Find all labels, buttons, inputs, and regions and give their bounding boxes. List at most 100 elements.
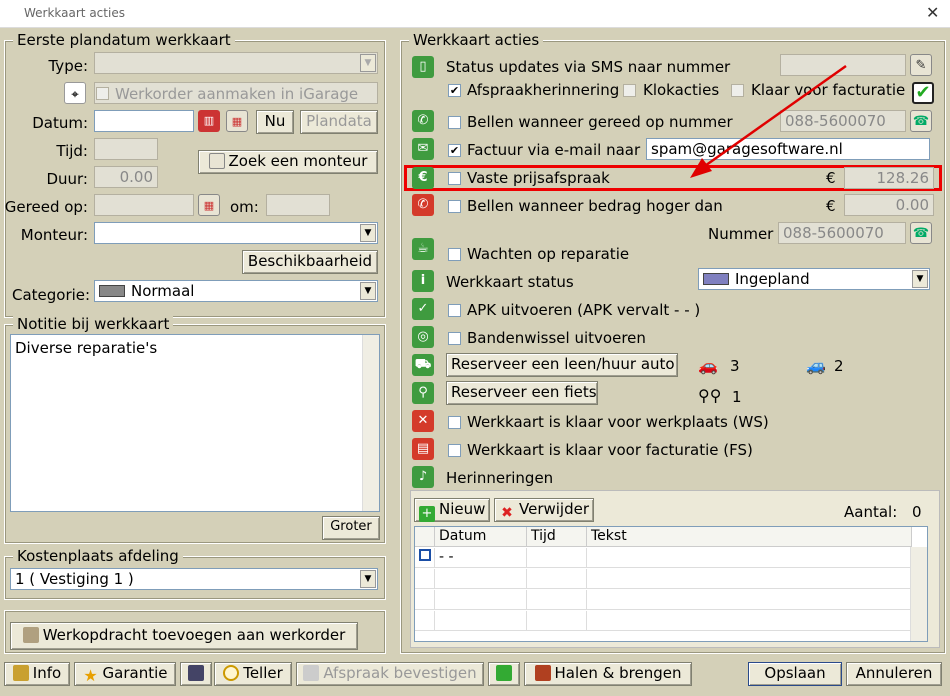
werkorder-label: Werkorder aanmaken in iGarage	[115, 85, 359, 103]
info-button[interactable]: Info	[4, 662, 70, 686]
afspraak-checkbox[interactable]: ✔	[448, 84, 461, 97]
phone-book-icon[interactable]: ☎	[910, 222, 932, 244]
wrench-icon: ✕	[412, 410, 434, 432]
grid-scrollbar[interactable]	[910, 547, 927, 641]
aantal-label: Aantal:	[844, 503, 898, 521]
herinneringen-grid[interactable]: Datum Tijd Tekst - -	[414, 526, 928, 642]
delete-icon: ✖	[501, 505, 513, 521]
om-label: om:	[230, 198, 259, 216]
monteur-select[interactable]: ▼	[94, 222, 378, 244]
gereed-input[interactable]	[94, 194, 194, 216]
color-swatch	[703, 273, 729, 285]
car-orange-count: 3	[730, 357, 740, 375]
grid-cell-datum[interactable]: - -	[435, 548, 527, 568]
gauge-icon	[223, 665, 240, 681]
phone-book-icon[interactable]: ✎	[910, 54, 932, 76]
invoice-email-icon: ✉	[412, 138, 434, 160]
vaste-checkbox[interactable]	[448, 172, 461, 185]
apk-checkbox[interactable]	[448, 304, 461, 317]
title-bar: Werkkaart acties ✕	[0, 0, 950, 28]
duur-input[interactable]: 0.00	[94, 166, 158, 188]
notitie-scrollbar[interactable]	[362, 335, 379, 511]
calendar-icon[interactable]: ▦	[198, 194, 220, 216]
type-label: Type:	[48, 57, 88, 75]
verwijder-button[interactable]: ✖ Verwijder	[494, 498, 594, 522]
calendar-icon[interactable]: ▦	[226, 110, 248, 132]
wachten-checkbox[interactable]	[448, 248, 461, 261]
kosten-group-title: Kostenplaats afdeling	[13, 547, 183, 565]
bellen-gereed-checkbox[interactable]	[448, 116, 461, 129]
bellen-bedrag-checkbox[interactable]	[448, 200, 461, 213]
close-icon[interactable]: ✕	[926, 3, 939, 22]
bike-small-icon: ⚲⚲	[698, 386, 722, 405]
apk-icon: ✓	[412, 298, 434, 320]
plandata-button[interactable]: Plandata	[300, 110, 378, 134]
coffee-icon: ☕	[412, 238, 434, 260]
tools-icon	[22, 627, 39, 643]
kosten-select[interactable]: 1 ( Vestiging 1 ) ▼	[10, 568, 378, 590]
notitie-group-title: Notitie bij werkkaart	[13, 315, 174, 333]
beschikbaarheid-button[interactable]: Beschikbaarheid	[242, 250, 378, 274]
om-input[interactable]	[266, 194, 330, 216]
teller-button[interactable]: Teller	[214, 662, 292, 686]
fiets-button[interactable]: Reserveer een fiets	[446, 381, 598, 405]
tire-icon: ◎	[412, 326, 434, 348]
status-label: Werkkaart status	[446, 273, 574, 291]
bellen-bedrag-label: Bellen wanneer bedrag hoger dan	[467, 197, 723, 215]
calendar-chart-icon[interactable]: ▥	[198, 110, 220, 132]
acties-group-title: Werkkaart acties	[409, 31, 544, 49]
afspraak-bevestigen-button[interactable]: Afspraak bevestigen	[296, 662, 484, 686]
datum-input[interactable]	[94, 110, 194, 132]
tijd-input[interactable]	[94, 138, 158, 160]
type-select[interactable]: ▼	[94, 52, 378, 74]
categorie-select[interactable]: Normaal ▼	[94, 280, 378, 302]
table-row[interactable]	[415, 590, 912, 610]
grid-header-tijd[interactable]: Tijd	[527, 527, 587, 547]
check-icon[interactable]: ✔	[912, 82, 934, 104]
leen-auto-button[interactable]: Reserveer een leen/huur auto	[446, 353, 678, 377]
phone-icon: ✆	[412, 110, 434, 132]
werkopdracht-button[interactable]: Werkopdracht toevoegen aan werkorder	[10, 622, 358, 650]
table-row[interactable]	[415, 611, 912, 631]
table-row[interactable]	[415, 569, 912, 589]
chevron-down-icon: ▼	[360, 224, 376, 242]
sign-button[interactable]	[488, 662, 520, 686]
phone-book-icon[interactable]: ☎	[910, 110, 932, 132]
halen-brengen-button[interactable]: Halen & brengen	[524, 662, 692, 686]
grid-header-select	[415, 527, 435, 547]
grid-header-datum[interactable]: Datum	[435, 527, 527, 547]
fs-checkbox[interactable]	[448, 444, 461, 457]
werkorder-checkbox[interactable]	[96, 87, 109, 100]
kit-button[interactable]	[180, 662, 212, 686]
status-select[interactable]: Ingepland ▼	[698, 268, 930, 290]
info-icon: i	[412, 270, 434, 292]
tijd-label: Tijd:	[56, 142, 88, 160]
ws-checkbox[interactable]	[448, 416, 461, 429]
herinneringen-label: Herinneringen	[446, 469, 554, 487]
ws-label: Werkkaart is klaar voor werkplaats (WS)	[467, 413, 769, 431]
nieuw-button[interactable]: + Nieuw	[414, 498, 490, 522]
car-green-count: 2	[834, 357, 844, 375]
row-selector-icon[interactable]	[419, 549, 431, 561]
grid-cell-tijd[interactable]	[527, 548, 587, 568]
notitie-textarea[interactable]: Diverse reparatie's	[10, 334, 380, 512]
klokacties-checkbox[interactable]	[623, 84, 636, 97]
zoek-monteur-button[interactable]: Zoek een monteur	[198, 150, 378, 174]
annuleren-button[interactable]: Annuleren	[846, 662, 942, 686]
table-row[interactable]: - -	[415, 548, 912, 568]
nummer-input[interactable]: 088-5600070	[778, 222, 906, 244]
chevron-down-icon: ▼	[360, 570, 376, 588]
sign-icon	[496, 665, 512, 681]
afspraak-label: Afspraakherinnering	[467, 81, 620, 99]
banden-checkbox[interactable]	[448, 332, 461, 345]
factuur-checkbox[interactable]: ✔	[448, 144, 461, 157]
groter-button[interactable]: Groter	[322, 516, 380, 540]
nu-button[interactable]: Nu	[256, 110, 294, 134]
grid-header-tekst[interactable]: Tekst	[587, 527, 912, 547]
garantie-button[interactable]: ★ Garantie	[74, 662, 176, 686]
grid-cell-tekst[interactable]	[587, 548, 912, 568]
opslaan-button[interactable]: Opslaan	[748, 662, 842, 686]
bike-count: 1	[732, 388, 742, 406]
star-icon: ★	[83, 666, 98, 685]
bellen-bedrag-input[interactable]: 0.00	[844, 194, 934, 216]
